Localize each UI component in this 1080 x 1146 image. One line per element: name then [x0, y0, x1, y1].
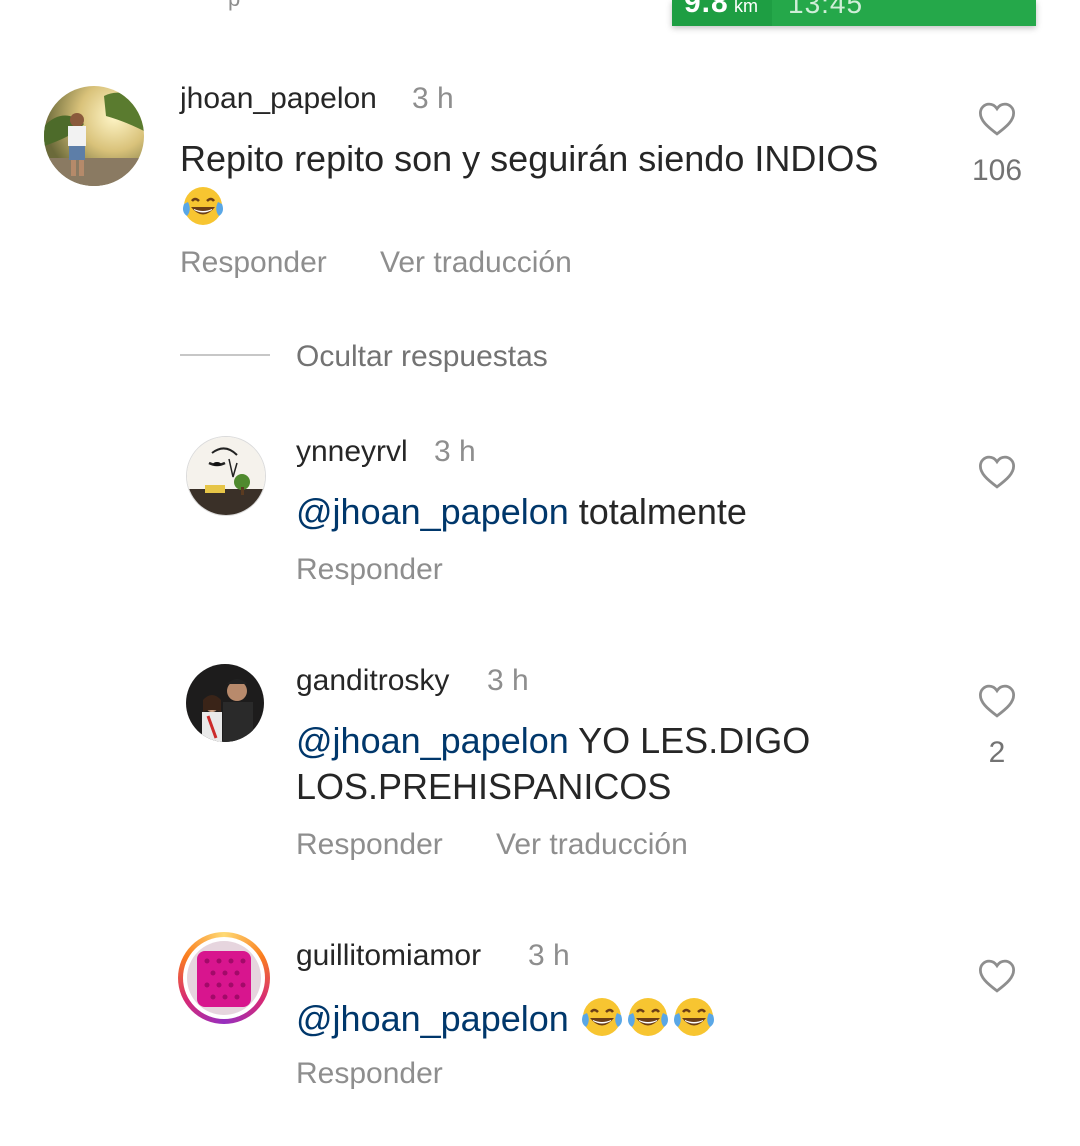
heart-icon[interactable]	[974, 955, 1020, 997]
reply-time: 3 h	[528, 939, 570, 972]
reply-username[interactable]: guillitomiamor	[296, 939, 481, 973]
reply-text: @jhoan_papelon YO LES.DIGO LOS.PREHISPAN…	[296, 718, 856, 810]
reply-button[interactable]: Responder	[296, 553, 443, 587]
avatar[interactable]	[183, 937, 265, 1019]
cut-off-text: p	[228, 0, 240, 12]
eta-time: 13:45	[788, 0, 864, 19]
translate-button[interactable]: Ver traducción	[380, 246, 572, 280]
tears-of-joy-emoji	[673, 998, 714, 1036]
navigation-banner: 9.8 km 13:45	[672, 0, 1036, 26]
distance-unit: km	[734, 0, 758, 16]
mention-link[interactable]: @jhoan_papelon	[296, 998, 569, 1039]
replies-divider	[180, 354, 270, 356]
mention-link[interactable]: @jhoan_papelon	[296, 720, 569, 761]
reply-button[interactable]: Responder	[180, 246, 327, 280]
reply-time: 3 h	[434, 435, 476, 468]
reply-username[interactable]: ganditrosky	[296, 664, 449, 698]
reply-body: totalmente	[568, 491, 747, 532]
avatar[interactable]	[44, 86, 144, 186]
like-count: 2	[988, 736, 1006, 769]
reply-time: 3 h	[487, 664, 529, 697]
distance-value: 9.8	[684, 0, 729, 19]
hide-replies-button[interactable]: Ocultar respuestas	[296, 340, 548, 374]
reply-button[interactable]: Responder	[296, 828, 443, 862]
reply-text: @jhoan_papelon totalmente	[296, 489, 936, 535]
reply-text: @jhoan_papelon	[296, 993, 936, 1042]
reply-button[interactable]: Responder	[296, 1057, 443, 1091]
mention-link[interactable]: @jhoan_papelon	[296, 491, 569, 532]
translate-button[interactable]: Ver traducción	[496, 828, 688, 862]
heart-icon[interactable]	[974, 98, 1020, 140]
tears-of-joy-emoji	[183, 187, 223, 225]
comment-body: Repito repito son y seguirán siendo INDI…	[180, 138, 879, 179]
like-count: 106	[971, 154, 1023, 187]
avatar[interactable]	[186, 436, 266, 516]
tears-of-joy-emoji	[581, 998, 622, 1036]
heart-icon[interactable]	[974, 451, 1020, 493]
reply-username[interactable]: ynneyrvl	[296, 435, 408, 469]
comment-text: Repito repito son y seguirán siendo INDI…	[180, 136, 940, 231]
heart-icon[interactable]	[974, 680, 1020, 722]
avatar[interactable]	[186, 664, 264, 742]
comment-time: 3 h	[412, 82, 454, 115]
comment-username[interactable]: jhoan_papelon	[180, 82, 377, 116]
tears-of-joy-emoji	[627, 998, 668, 1036]
